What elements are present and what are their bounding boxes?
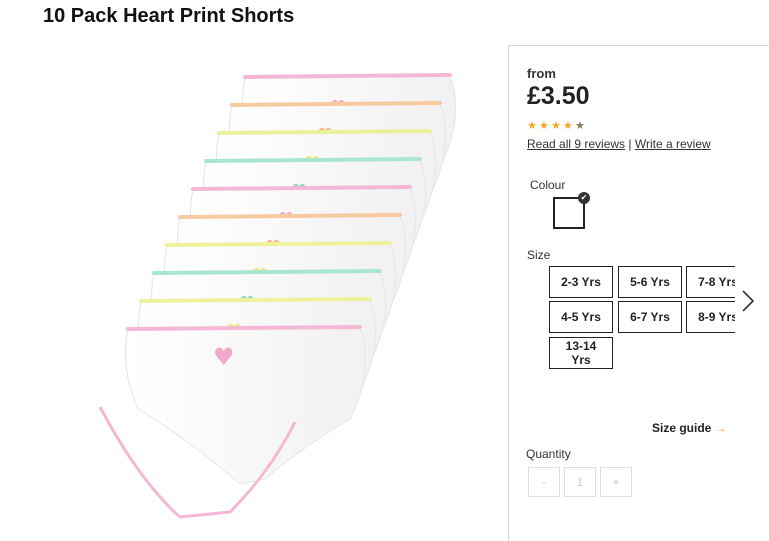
star-icon: ★ [527,120,537,132]
size-option[interactable]: 4-5 Yrs [549,301,613,333]
size-guide-link[interactable]: Size guide → [652,421,726,435]
arrow-right-icon: → [714,421,727,435]
check-icon: ✔ [578,192,590,204]
star-icon: ★ [563,120,573,132]
size-options: 2-3 Yrs 5-6 Yrs 7-8 Yrs 4-5 Yrs 6-7 Yrs … [549,266,735,372]
size-option[interactable]: 13-14 Yrs [549,337,613,369]
product-image: ♥♥♥♥♥♥♥♥♥♥ [80,62,470,532]
colour-swatch-white[interactable]: ✔ [553,192,590,229]
chevron-right-icon[interactable] [741,286,755,316]
brief-item: ♥ [125,325,367,485]
write-review-link[interactable]: Write a review [635,137,711,151]
reviews-links: Read all 9 reviews | Write a review [527,137,711,151]
star-rating: ★ ★ ★ ★ ★ [527,121,586,132]
product-title: 10 Pack Heart Print Shorts [43,5,295,27]
reviews-separator: | [628,137,632,151]
colour-label: Colour [530,178,566,192]
shorts-stack-image: ♥♥♥♥♥♥♥♥♥♥ [98,73,457,519]
size-option[interactable]: 7-8 Yrs [686,266,735,298]
product-panel: from £3.50 ★ ★ ★ ★ ★ Read all 9 reviews … [508,45,769,541]
increment-button[interactable]: + [600,467,632,497]
price-from-label: from [527,66,556,81]
quantity-label: Quantity [526,447,571,461]
svg-text:♥: ♥ [213,343,235,371]
quantity-stepper: - 1 + [528,467,632,497]
star-icon: ★ [551,120,561,132]
size-option[interactable]: 8-9 Yrs [686,301,735,333]
decrement-button[interactable]: - [528,467,560,497]
size-option[interactable]: 6-7 Yrs [618,301,682,333]
half-star-icon: ★ [575,120,585,132]
size-option[interactable]: 2-3 Yrs [549,266,613,298]
quantity-value[interactable]: 1 [564,467,596,497]
read-reviews-link[interactable]: Read all 9 reviews [527,137,625,151]
price: £3.50 [527,82,590,110]
star-icon: ★ [539,120,549,132]
size-label: Size [527,248,551,262]
size-option[interactable]: 5-6 Yrs [618,266,682,298]
size-guide-label: Size guide [652,421,712,435]
